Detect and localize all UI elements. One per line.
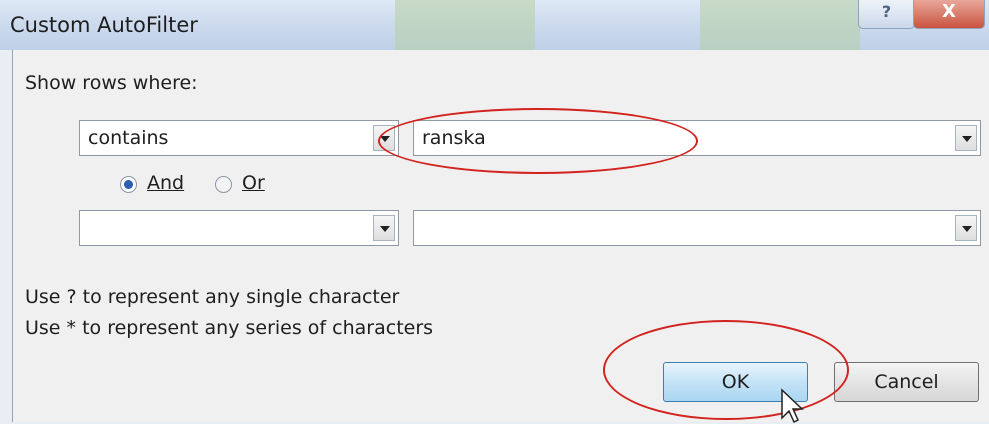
cancel-button[interactable]: Cancel [834, 362, 979, 402]
highlight-oval-ok [603, 320, 849, 420]
help-button[interactable]: ? [858, 0, 915, 29]
hint-series-chars: Use * to represent any series of charact… [25, 317, 434, 339]
help-icon: ? [881, 2, 892, 21]
show-rows-label: Show rows where: [25, 72, 198, 94]
close-icon: X [942, 1, 956, 22]
dialog-titlebar: Custom AutoFilter ? X [0, 0, 989, 50]
background-spreadsheet [395, 0, 535, 50]
operator-1-value: contains [88, 127, 169, 149]
or-label[interactable]: Or [242, 172, 265, 194]
chevron-down-icon[interactable] [955, 215, 977, 241]
highlight-oval-value [378, 108, 698, 174]
chevron-down-icon[interactable] [955, 125, 977, 151]
chevron-down-icon[interactable] [373, 215, 395, 241]
operator-select-1[interactable]: contains [79, 120, 399, 156]
and-radio[interactable] [120, 176, 137, 193]
or-radio[interactable] [215, 176, 232, 193]
dialog-title: Custom AutoFilter [10, 13, 198, 37]
and-label[interactable]: And [147, 172, 184, 194]
background-spreadsheet [700, 0, 860, 50]
operator-select-2[interactable] [79, 210, 399, 246]
close-button[interactable]: X [913, 0, 985, 29]
mouse-pointer-icon [781, 388, 804, 424]
hint-single-char: Use ? to represent any single character [25, 286, 400, 308]
value-input-2[interactable] [413, 210, 981, 246]
